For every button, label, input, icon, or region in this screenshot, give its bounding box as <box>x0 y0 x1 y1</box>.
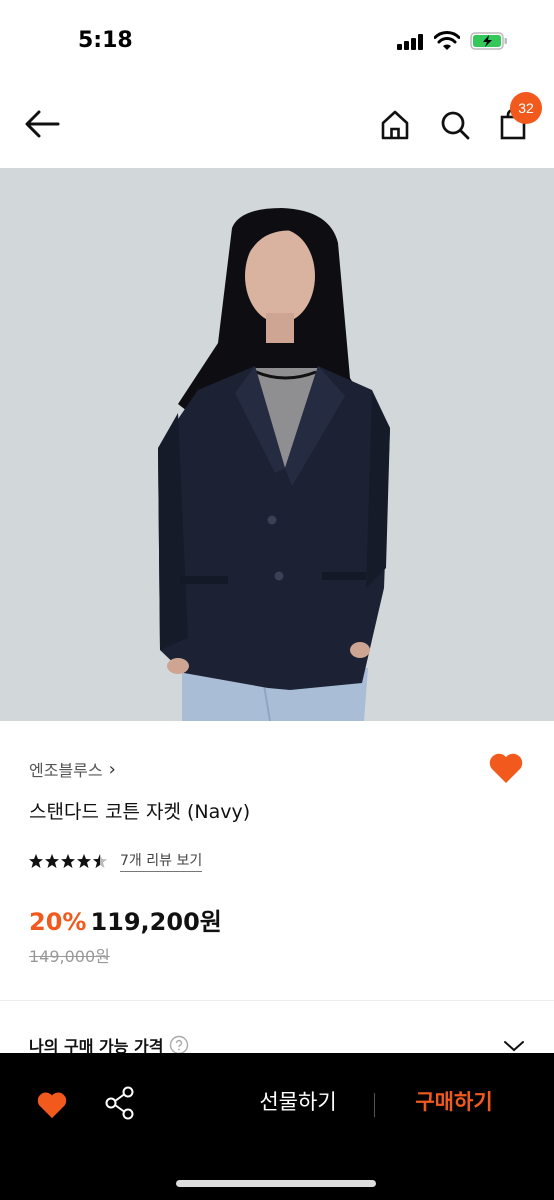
brand-link[interactable]: 엔조블루스 › <box>29 757 116 781</box>
bottom-action-bar: 선물하기 구매하기 <box>0 1053 554 1200</box>
cart-count-badge: 32 <box>510 92 542 124</box>
share-icon <box>105 1086 134 1120</box>
star-icon <box>61 854 75 868</box>
buy-button[interactable]: 구매하기 <box>396 1086 512 1120</box>
gift-button[interactable]: 선물하기 <box>240 1086 356 1120</box>
product-title: 스탠다드 코튼 자켓 (Navy) <box>29 801 251 823</box>
search-icon <box>441 111 470 140</box>
bottom-like-button[interactable] <box>32 1085 72 1125</box>
status-bar: 5:18 <box>0 0 554 80</box>
cellular-signal-icon <box>397 34 425 50</box>
star-icon <box>77 854 91 868</box>
home-button[interactable] <box>374 104 416 146</box>
review-link[interactable]: 7개 리뷰 보기 <box>120 850 203 872</box>
search-button[interactable] <box>434 104 476 146</box>
price-row: 20% 119,200원 <box>29 902 222 937</box>
divider <box>0 1000 554 1001</box>
rating-row: 7개 리뷰 보기 <box>28 850 203 872</box>
heart-icon <box>489 753 523 783</box>
product-image[interactable] <box>0 168 554 721</box>
heart-icon <box>37 1092 67 1119</box>
discount-rate: 20% <box>29 908 87 936</box>
chevron-down-icon <box>504 1041 524 1052</box>
home-indicator[interactable] <box>176 1180 376 1187</box>
top-nav-bar <box>0 80 554 168</box>
original-price: 149,000원 <box>29 947 110 966</box>
divider <box>374 1093 375 1117</box>
sale-price: 119,200원 <box>90 908 222 936</box>
star-icon <box>29 854 43 868</box>
star-half-icon <box>93 854 107 868</box>
back-arrow-icon <box>25 110 60 138</box>
wifi-icon <box>434 31 460 50</box>
battery-icon <box>470 32 507 50</box>
help-icon[interactable] <box>169 1035 189 1055</box>
home-icon <box>381 110 409 140</box>
status-time: 5:18 <box>78 28 133 53</box>
back-button[interactable] <box>22 104 62 144</box>
star-icon <box>45 854 59 868</box>
chevron-right-icon: › <box>108 758 116 780</box>
brand-name: 엔조블루스 <box>29 761 103 780</box>
like-button[interactable] <box>486 748 526 788</box>
product-photo-illustration <box>0 168 554 721</box>
share-button[interactable] <box>100 1083 140 1123</box>
star-rating <box>28 853 108 869</box>
